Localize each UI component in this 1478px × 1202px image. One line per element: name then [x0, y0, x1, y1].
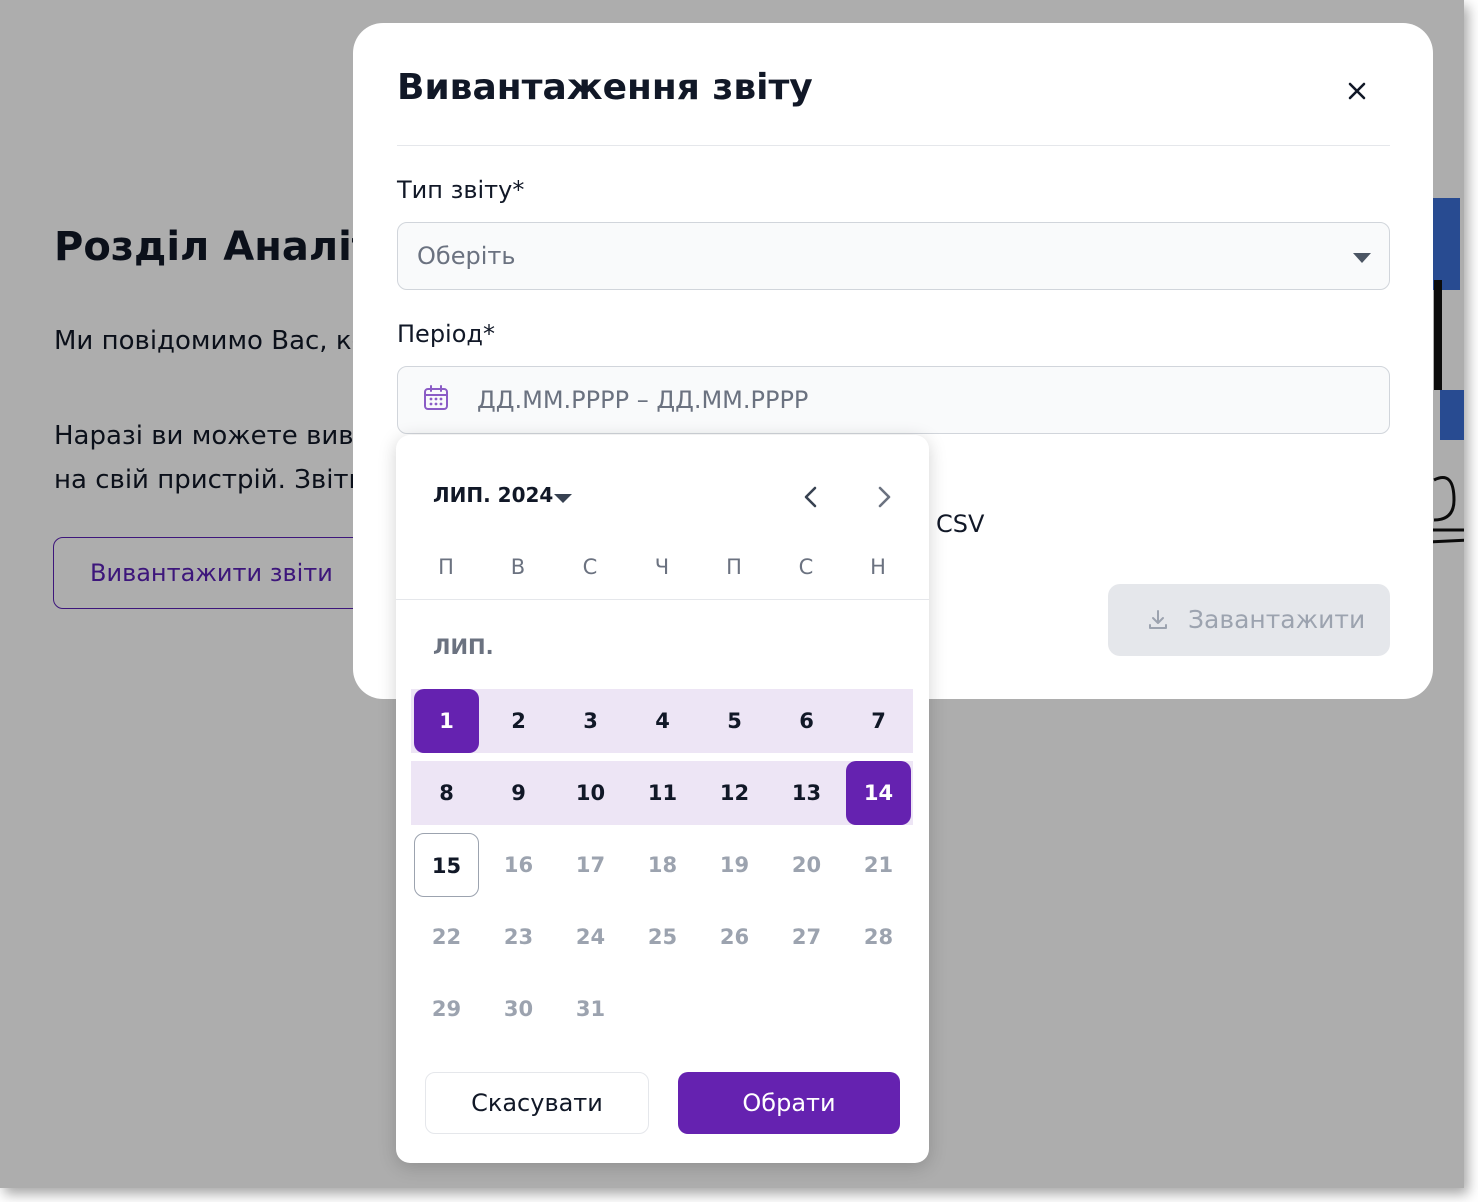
calendar-day[interactable]: 29 [414, 977, 479, 1041]
weekday-label: П [726, 555, 742, 579]
modal-title: Вивантаження звіту [397, 67, 813, 108]
chevron-left-icon [804, 486, 817, 508]
calendar-day[interactable]: 6 [774, 689, 839, 753]
calendar-day[interactable]: 10 [558, 761, 623, 825]
next-month-button[interactable] [866, 479, 902, 515]
calendar-icon [424, 385, 448, 410]
previous-month-button[interactable] [793, 479, 829, 515]
calendar-day[interactable]: 27 [774, 905, 839, 969]
weekday-header: ПВСЧПСН [410, 555, 915, 585]
period-placeholder: ДД.ММ.РРРР – ДД.ММ.РРРР [477, 386, 809, 414]
calendar-day[interactable]: 17 [558, 833, 623, 897]
weekday-label: П [438, 555, 454, 579]
calendar-day[interactable]: 9 [486, 761, 551, 825]
calendar-day[interactable]: 8 [414, 761, 479, 825]
calendar-day[interactable]: 31 [558, 977, 623, 1041]
cancel-button[interactable]: Скасувати [425, 1072, 649, 1134]
weekday-label: В [510, 555, 526, 579]
download-icon [1149, 610, 1167, 629]
chevron-down-icon[interactable] [554, 494, 572, 503]
calendar-day[interactable]: 4 [630, 689, 695, 753]
calendar-day[interactable]: 13 [774, 761, 839, 825]
calendar-day[interactable]: 22 [414, 905, 479, 969]
weekday-label: Н [870, 555, 886, 579]
calendar-day[interactable]: 20 [774, 833, 839, 897]
period-date-input[interactable]: ДД.ММ.РРРР – ДД.ММ.РРРР [397, 366, 1390, 434]
calendar-day[interactable]: 16 [486, 833, 551, 897]
weekday-label: С [582, 555, 598, 579]
calendar-day[interactable]: 1 [414, 689, 479, 753]
chevron-right-icon [878, 486, 891, 508]
calendar-day[interactable]: 12 [702, 761, 767, 825]
calendar-day[interactable]: 15 [414, 833, 479, 897]
header-divider [397, 145, 1390, 146]
report-type-select[interactable]: Оберіть [397, 222, 1390, 290]
calendar-day[interactable]: 21 [846, 833, 911, 897]
calendar-day[interactable]: 23 [486, 905, 551, 969]
calendar-day[interactable]: 25 [630, 905, 695, 969]
calendar-day[interactable]: 2 [486, 689, 551, 753]
download-button[interactable]: Завантажити [1108, 584, 1390, 656]
report-type-placeholder: Оберіть [417, 242, 516, 270]
calendar-day[interactable]: 3 [558, 689, 623, 753]
calendar-day[interactable]: 5 [702, 689, 767, 753]
calendar-divider [396, 599, 929, 600]
weekday-label: С [798, 555, 814, 579]
choose-button[interactable]: Обрати [678, 1072, 900, 1134]
calendar-day[interactable]: 30 [486, 977, 551, 1041]
report-type-label: Тип звіту* [397, 176, 525, 204]
calendar-day[interactable]: 19 [702, 833, 767, 897]
csv-option-label[interactable]: CSV [936, 510, 984, 538]
calendar-day[interactable]: 26 [702, 905, 767, 969]
period-label: Період* [397, 320, 495, 348]
chevron-down-icon [1353, 253, 1371, 263]
calendar-day[interactable]: 18 [630, 833, 695, 897]
download-button-label: Завантажити [1188, 605, 1366, 634]
calendar-day[interactable]: 28 [846, 905, 911, 969]
calendar-day[interactable]: 7 [846, 689, 911, 753]
calendar-day[interactable]: 11 [630, 761, 695, 825]
calendar-day[interactable]: 24 [558, 905, 623, 969]
weekday-label: Ч [654, 555, 670, 579]
app-window: Розділ Аналітики Ми повідомимо Вас, коли… [0, 0, 1464, 1188]
close-button[interactable] [1341, 75, 1373, 107]
month-section-label: ЛИП. [433, 635, 494, 659]
close-icon [1348, 82, 1366, 100]
calendar-day[interactable]: 14 [846, 761, 911, 825]
date-range-picker: ЛИП. 2024 ПВСЧПСН ЛИП. 1 2 3 4 5 6 7 8 9 10 11 12 13… [396, 435, 929, 1163]
calendar-month-year[interactable]: ЛИП. 2024 [433, 483, 553, 507]
